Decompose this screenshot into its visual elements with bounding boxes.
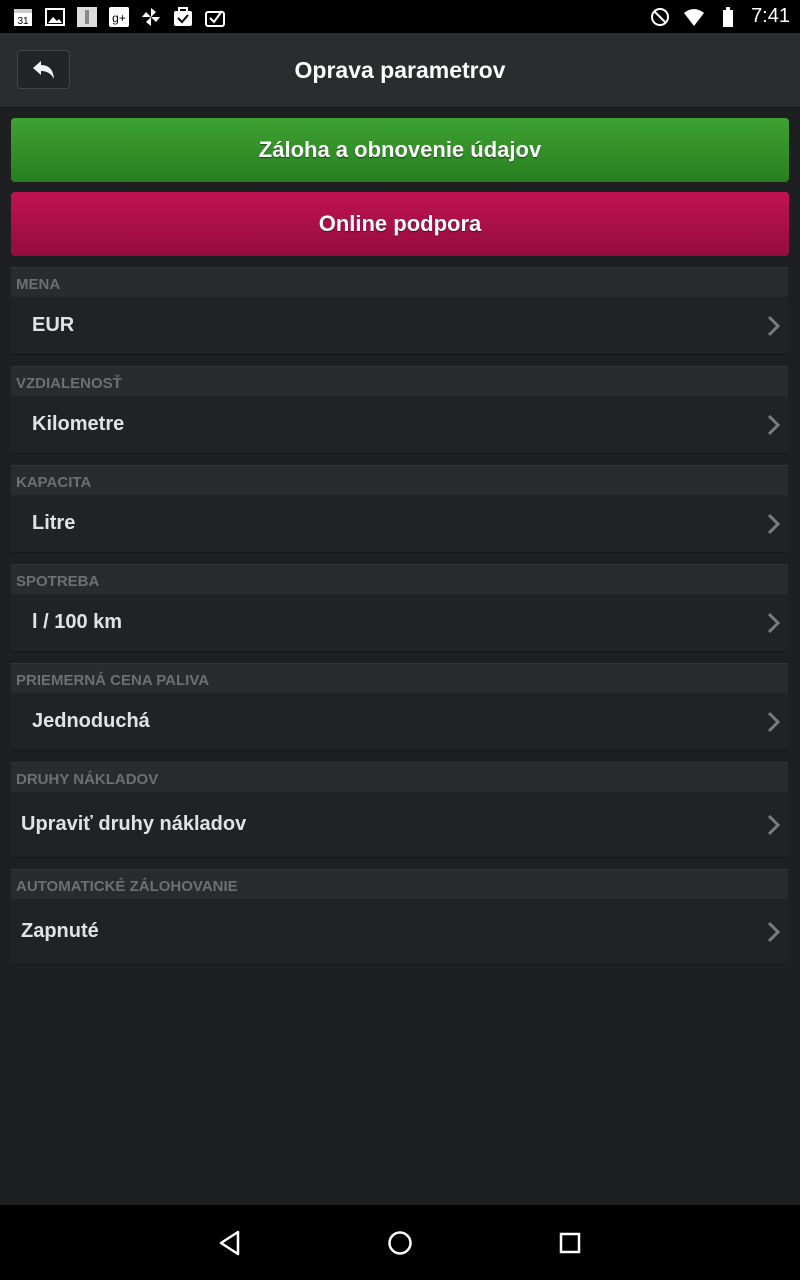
setting-row-auto-backup[interactable]: Zapnuté (11, 899, 788, 965)
notification-icons: 31 g+ (12, 6, 226, 28)
chevron-right-icon (767, 711, 780, 732)
task-icon (172, 6, 194, 28)
setting-row-fuel-price[interactable]: Jednoduchá (11, 693, 788, 751)
chevron-right-icon (767, 921, 780, 942)
home-circle-icon[interactable] (386, 1229, 414, 1257)
setting-row-consumption[interactable]: l / 100 km (11, 594, 788, 652)
action-bar: Oprava parametrov (0, 33, 800, 108)
section-cost-types: DRUHY NÁKLADOV Upraviť druhy nákladov (11, 762, 788, 858)
section-capacity: KAPACITA Litre (11, 465, 788, 553)
do-not-disturb-icon (649, 6, 671, 28)
setting-value: Kilometre (32, 413, 125, 435)
google-plus-icon: g+ (108, 6, 130, 28)
setting-value: Litre (32, 512, 76, 534)
section-header: DRUHY NÁKLADOV (11, 762, 788, 792)
section-currency: MENA EUR (11, 267, 788, 355)
section-header: VZDIALENOSŤ (11, 366, 788, 396)
svg-text:g+: g+ (112, 11, 126, 25)
section-header: MENA (11, 267, 788, 297)
chevron-right-icon (767, 315, 780, 336)
task-alt-icon (204, 6, 226, 28)
setting-row-capacity[interactable]: Litre (11, 495, 788, 553)
gallery-icon (44, 6, 66, 28)
setting-value: EUR (32, 314, 75, 336)
calendar-icon: 31 (12, 6, 34, 28)
clock: 7:41 (751, 5, 790, 27)
chevron-right-icon (767, 814, 780, 835)
system-icons: 7:41 (649, 5, 790, 28)
wifi-icon (683, 6, 705, 28)
chevron-right-icon (767, 612, 780, 633)
settings-content: Záloha a obnovenie údajov Online podpora… (11, 118, 789, 965)
chevron-right-icon (767, 513, 780, 534)
recents-square-icon[interactable] (556, 1229, 584, 1257)
section-fuel-price: PRIEMERNÁ CENA PALIVA Jednoduchá (11, 663, 788, 751)
page-title: Oprava parametrov (294, 57, 506, 83)
back-triangle-icon[interactable] (216, 1229, 244, 1257)
pinwheel-icon (140, 6, 162, 28)
section-header: SPOTREBA (11, 564, 788, 594)
app-icon (76, 6, 98, 28)
chevron-right-icon (767, 414, 780, 435)
setting-row-distance[interactable]: Kilometre (11, 396, 788, 454)
online-support-button[interactable]: Online podpora (11, 192, 789, 256)
section-header: AUTOMATICKÉ ZÁLOHOVANIE (11, 869, 788, 899)
setting-value: Upraviť druhy nákladov (21, 813, 247, 835)
svg-text:31: 31 (17, 16, 29, 27)
section-header: PRIEMERNÁ CENA PALIVA (11, 663, 788, 693)
setting-value: Jednoduchá (32, 710, 150, 732)
status-bar: 31 g+ 7:41 (0, 0, 800, 33)
setting-row-cost-types[interactable]: Upraviť druhy nákladov (11, 792, 788, 858)
setting-value: Zapnuté (21, 920, 99, 942)
backup-restore-button[interactable]: Záloha a obnovenie údajov (11, 118, 789, 182)
setting-value: l / 100 km (32, 611, 123, 633)
section-header: KAPACITA (11, 465, 788, 495)
section-auto-backup: AUTOMATICKÉ ZÁLOHOVANIE Zapnuté (11, 869, 788, 965)
navigation-bar (0, 1205, 800, 1280)
setting-row-currency[interactable]: EUR (11, 297, 788, 355)
battery-icon (717, 6, 739, 28)
section-distance: VZDIALENOSŤ Kilometre (11, 366, 788, 454)
section-consumption: SPOTREBA l / 100 km (11, 564, 788, 652)
